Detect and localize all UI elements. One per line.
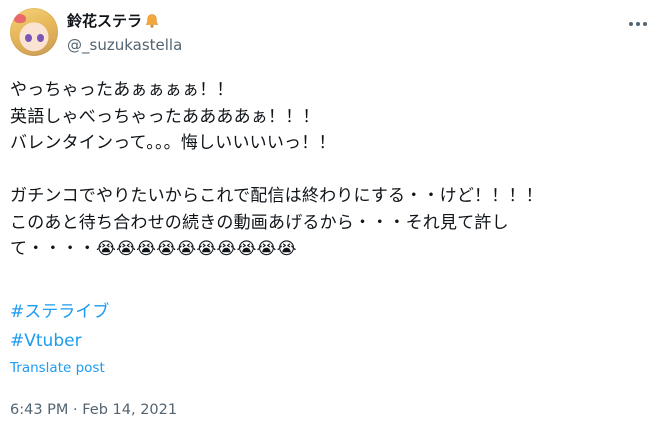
post-timestamp[interactable]: 6:43 PM · Feb 14, 2021 xyxy=(10,400,177,420)
more-icon[interactable] xyxy=(624,14,652,34)
display-name-text: 鈴花ステラ xyxy=(67,12,143,30)
display-name[interactable]: 鈴花ステラ xyxy=(67,10,160,32)
avatar[interactable] xyxy=(10,8,58,56)
user-handle[interactable]: @_suzukastella xyxy=(67,35,182,55)
hashtag-link[interactable]: #ステライブ xyxy=(10,299,109,325)
avatar-eye xyxy=(37,34,44,42)
post-text: やっちゃったあぁぁぁぁ！！ 英語しゃべっちゃったああああぁ！！！ バレンタインっ… xyxy=(10,80,543,259)
hashtag-link[interactable]: #Vtuber xyxy=(10,328,82,354)
avatar-eye xyxy=(25,34,32,42)
translate-post-link[interactable]: Translate post xyxy=(10,358,105,378)
bell-icon xyxy=(144,13,160,29)
hair-bow-shape xyxy=(14,14,26,23)
